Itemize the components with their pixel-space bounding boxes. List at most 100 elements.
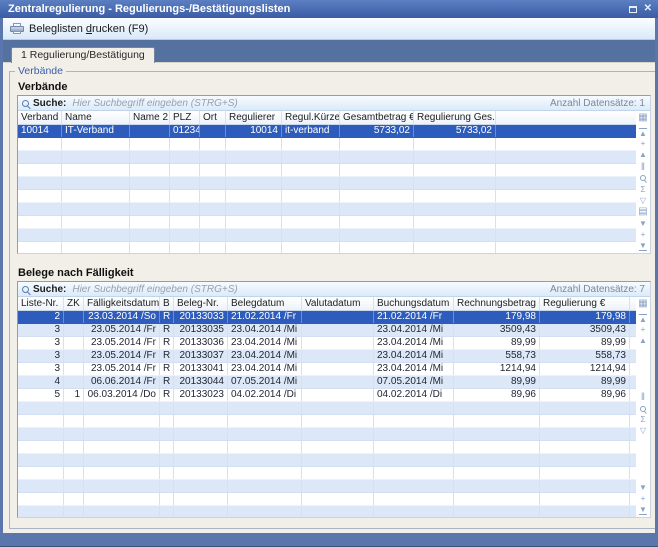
table-row[interactable]: 406.06.2014 /FrR2013304407.05.2014 /Mi07… [18,376,636,389]
print-grid-button[interactable]: ▤ [637,206,649,217]
grid-cell-filler [496,177,636,189]
grid-cell: 23.04.2014 /Mi [228,324,302,336]
column-header-buchungsdatum[interactable]: Buchungsdatum [374,297,454,310]
move-down-button[interactable]: + [637,493,649,504]
belege-search-input[interactable]: Hier Suchbegriff eingeben (STRG+S) [72,284,550,295]
column-header-verband[interactable]: Verband [18,111,62,124]
grid-cell [340,229,414,241]
empty-row[interactable] [18,190,636,203]
go-first-button[interactable]: ▲ [637,313,649,324]
column-header-valutadatum[interactable]: Valutadatum [302,297,374,310]
column-header-ort[interactable]: Ort [200,111,226,124]
search-button[interactable] [637,173,649,184]
empty-row[interactable] [18,177,636,190]
tab-regulierung-bestaetigung[interactable]: 1 Regulierung/Bestätigung [11,47,155,63]
move-up-button[interactable]: + [637,324,649,335]
table-row[interactable]: 323.05.2014 /FrR2013304123.04.2014 /Mi23… [18,363,636,376]
move-down-icon: + [641,230,646,239]
empty-row[interactable] [18,493,636,506]
table-row[interactable]: 323.05.2014 /FrR2013303623.04.2014 /Mi23… [18,337,636,350]
search-button[interactable] [637,403,649,414]
empty-row[interactable] [18,203,636,216]
grid-cell [454,454,540,466]
go-first-button[interactable]: ▲ [637,127,649,138]
empty-row[interactable] [18,164,636,177]
column-header-regulierer[interactable]: Regulierer [226,111,282,124]
empty-row[interactable] [18,415,636,428]
grid-cell [160,493,174,505]
belege-grid: Liste-Nr.▼ZKFälligkeitsdatumBBeleg-Nr.Be… [18,297,636,517]
go-last-button[interactable]: ▼ [637,240,649,251]
column-header-f-lligkeitsdatum[interactable]: Fälligkeitsdatum [84,297,160,310]
grid-cell [374,493,454,505]
grid-cell [64,480,84,492]
empty-row[interactable] [18,138,636,151]
move-up-button[interactable]: + [637,138,649,149]
next-row-button[interactable]: ▼ [637,482,649,493]
table-row[interactable]: 5106.03.2014 /DoR2013302304.02.2014 /Di0… [18,389,636,402]
move-down-button[interactable]: + [637,229,649,240]
grid-cell: 23.04.2014 /Mi [228,337,302,349]
close-button[interactable]: ✕ [644,4,652,14]
restore-button[interactable] [629,6,637,13]
verbaende-search-input[interactable]: Hier Suchbegriff eingeben (STRG+S) [72,98,550,109]
empty-row[interactable] [18,151,636,164]
empty-row[interactable] [18,506,636,517]
filter-button[interactable]: ▽ [637,195,649,206]
column-header-belegdatum[interactable]: Belegdatum [228,297,302,310]
empty-row[interactable] [18,441,636,454]
empty-row[interactable] [18,229,636,242]
column-header-liste-nr-[interactable]: Liste-Nr.▼ [18,297,64,310]
columns-button[interactable]: ‖ [637,162,649,173]
prev-row-button[interactable]: ▲ [637,149,649,160]
empty-row[interactable] [18,480,636,493]
column-header-beleg-nr-[interactable]: Beleg-Nr. [174,297,228,310]
print-grid-icon: ▤ [638,207,647,216]
column-header-name-2[interactable]: Name 2 [130,111,170,124]
table-row[interactable]: 323.05.2014 /FrR2013303723.04.2014 /Mi23… [18,350,636,363]
column-header-regulierung-ges-[interactable]: Regulierung Ges. € [414,111,496,124]
table-row[interactable]: 223.03.2014 /SoR2013303321.02.2014 /Fr21… [18,311,636,324]
print-doclists-button[interactable]: Beleglisten drucken (F9) [7,22,154,36]
grid-cell [160,428,174,440]
sum-button[interactable]: Σ [637,414,649,425]
sum-icon: Σ [641,415,646,424]
empty-row[interactable] [18,216,636,229]
copy-grid-button[interactable]: ▦ [637,298,649,309]
column-header-zk[interactable]: ZK [64,297,84,310]
grid-cell [540,402,630,414]
grid-cell [18,441,64,453]
table-row[interactable]: 10014IT-Verband01234510014it-verband5733… [18,125,636,138]
column-header-b[interactable]: B [160,297,174,310]
grid-cell [64,402,84,414]
column-header-plz[interactable]: PLZ [170,111,200,124]
empty-row[interactable] [18,242,636,253]
empty-row[interactable] [18,454,636,467]
search-icon [22,100,29,107]
sum-button[interactable]: Σ [637,184,649,195]
grid-cell [302,337,374,349]
grid-cell [18,216,62,228]
columns-button[interactable]: ‖ [637,392,649,403]
empty-row[interactable] [18,428,636,441]
prev-row-button[interactable]: ▲ [637,335,649,346]
column-header-name[interactable]: Name [62,111,130,124]
empty-row[interactable] [18,402,636,415]
column-header-regulierung-[interactable]: Regulierung € [540,297,630,310]
grid-cell [18,190,62,202]
grid-cell [170,203,200,215]
grid-cell [130,229,170,241]
empty-row[interactable] [18,467,636,480]
table-row[interactable]: 323.05.2014 /FrR2013303523.04.2014 /Mi23… [18,324,636,337]
column-header-gesamtbetrag-[interactable]: Gesamtbetrag € [340,111,414,124]
copy-grid-button[interactable]: ▦ [637,112,649,123]
column-header-regul-k-rzel[interactable]: Regul.Kürzel [282,111,340,124]
grid-cell [18,402,64,414]
go-last-button[interactable]: ▼ [637,504,649,515]
next-row-button[interactable]: ▼ [637,218,649,229]
grid-cell [228,506,302,517]
column-header-rechnungsbetrag-[interactable]: Rechnungsbetrag € [454,297,540,310]
grid-cell: 04.02.2014 /Di [374,389,454,401]
filter-button[interactable]: ▽ [637,425,649,436]
grid-cell: R [160,324,174,336]
